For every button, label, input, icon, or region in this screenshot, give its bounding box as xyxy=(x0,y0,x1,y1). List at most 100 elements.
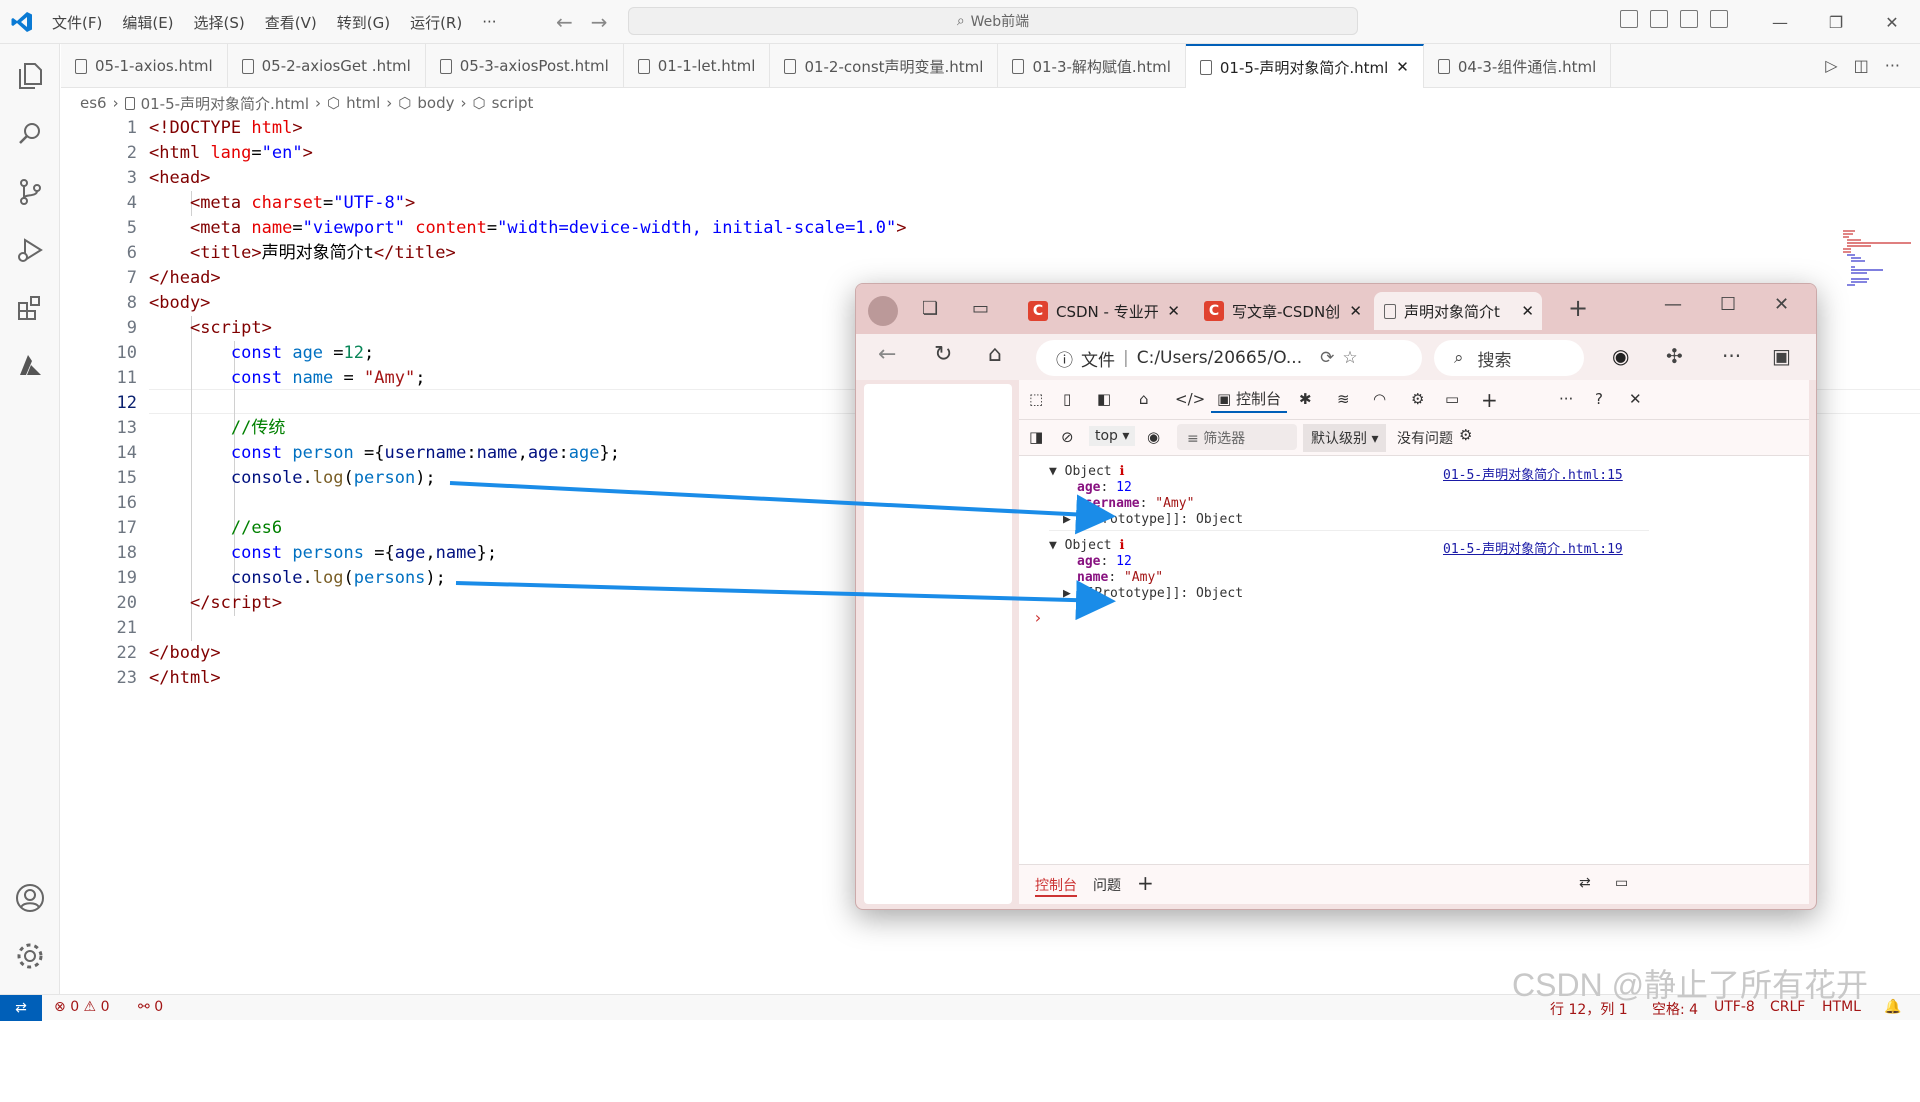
close-tab-icon[interactable]: ✕ xyxy=(1521,302,1534,320)
forward-arrow-icon[interactable]: → xyxy=(591,10,608,34)
memory-gear-icon[interactable]: ⚙ xyxy=(1411,390,1424,408)
collapse-drawer-icon[interactable]: ▭ xyxy=(1615,875,1628,891)
drawer-tab-console[interactable]: 控制台 xyxy=(1035,875,1077,897)
console-log-entry[interactable]: ▼ Object ℹ xyxy=(1049,538,1124,553)
toggle-sidebar-icon[interactable] xyxy=(1620,10,1638,28)
back-arrow-icon[interactable]: ← xyxy=(556,10,573,34)
menu-edit[interactable]: 编辑(E) xyxy=(122,12,173,33)
new-tab-icon[interactable]: + xyxy=(1568,294,1588,322)
browser-tab-csdn[interactable]: C CSDN - 专业开 ✕ xyxy=(1018,292,1188,330)
close-tab-icon[interactable]: ✕ xyxy=(1396,58,1409,76)
menu-file[interactable]: 文件(F) xyxy=(52,12,102,33)
tab-01-5-object[interactable]: 01-5-声明对象简介.html ✕ xyxy=(1185,44,1424,88)
menu-view[interactable]: 查看(V) xyxy=(265,12,317,33)
menu-go[interactable]: 转到(G) xyxy=(337,12,390,33)
live-expression-eye-icon[interactable]: ◉ xyxy=(1147,428,1160,446)
minimize-button[interactable]: — xyxy=(1664,294,1682,315)
issues-count[interactable]: 没有问题 xyxy=(1397,428,1453,448)
toggle-panel-icon[interactable] xyxy=(1650,10,1668,28)
extensions-puzzle-icon[interactable]: ✣ xyxy=(1666,344,1683,368)
back-arrow-icon[interactable]: ← xyxy=(878,342,896,367)
context-select[interactable]: top ▾ xyxy=(1089,426,1136,446)
console-tab[interactable]: ▣ 控制台 xyxy=(1211,386,1287,413)
explorer-icon[interactable] xyxy=(12,58,48,94)
browser-tab-active[interactable]: 声明对象简介t ✕ xyxy=(1374,292,1542,330)
problems-indicator[interactable]: ⊗ 0 ⚠ 0 xyxy=(54,999,109,1015)
browser-search-box[interactable]: ⌕ 搜索 xyxy=(1434,340,1584,376)
settings-more-icon[interactable]: ··· xyxy=(1722,344,1741,368)
log-level-dropdown[interactable]: 默认级别 ▾ xyxy=(1303,424,1387,452)
clear-console-icon[interactable]: ⊘ xyxy=(1061,428,1074,446)
breadcrumb-file[interactable]: 01-5-声明对象简介.html xyxy=(141,93,309,114)
notifications-bell-icon[interactable]: 🔔 xyxy=(1884,999,1901,1015)
tab-01-3-destructuring[interactable]: 01-3-解构赋值.html xyxy=(998,44,1186,88)
sidebar-toggle-icon[interactable]: ▣ xyxy=(1772,344,1791,368)
tab-actions-icon[interactable]: ▭ xyxy=(972,298,989,319)
device-emulation-icon[interactable]: ▯ xyxy=(1063,390,1071,408)
close-devtools-icon[interactable]: ✕ xyxy=(1629,390,1642,408)
breadcrumb-html[interactable]: html xyxy=(346,94,380,112)
reader-icon[interactable]: ⟳ xyxy=(1320,348,1334,368)
maximize-button[interactable]: ☐ xyxy=(1720,294,1736,315)
more-actions-icon[interactable]: ··· xyxy=(1885,56,1900,75)
application-icon[interactable]: ▭ xyxy=(1445,390,1459,408)
restore-button[interactable]: ❐ xyxy=(1808,0,1864,44)
console-output[interactable]: ▼ Object ℹ 01-5-声明对象简介.html:15 age: 12 u… xyxy=(1019,456,1809,836)
customize-layout-icon[interactable] xyxy=(1710,10,1728,28)
performance-icon[interactable]: ◠ xyxy=(1373,390,1386,408)
dock-icon[interactable]: ◧ xyxy=(1097,390,1111,408)
add-drawer-tab-icon[interactable]: + xyxy=(1137,871,1154,895)
tab-05-3-axiospost[interactable]: 05-3-axiosPost.html xyxy=(426,44,624,88)
split-editor-icon[interactable]: ◫ xyxy=(1854,56,1869,75)
tab-01-2-const[interactable]: 01-2-const声明变量.html xyxy=(770,44,999,88)
console-settings-gear-icon[interactable]: ⚙ xyxy=(1459,426,1472,444)
minimize-button[interactable]: — xyxy=(1752,0,1808,44)
help-icon[interactable]: ? xyxy=(1595,390,1603,408)
browser-tab-write-article[interactable]: C 写文章-CSDN创 ✕ xyxy=(1194,292,1370,330)
settings-gear-icon[interactable] xyxy=(12,938,48,974)
console-prompt-chevron-icon[interactable]: › xyxy=(1033,608,1043,627)
breadcrumb-script[interactable]: script xyxy=(492,94,534,112)
more-tools-icon[interactable]: + xyxy=(1481,388,1498,412)
tab-05-2-axiosget[interactable]: 05-2-axiosGet .html xyxy=(228,44,426,88)
prototype-row[interactable]: ▶ [[Prototype]]: Object xyxy=(1063,586,1243,601)
favorite-star-icon[interactable]: ☆ xyxy=(1342,348,1357,368)
elements-icon[interactable]: </> xyxy=(1175,390,1205,408)
menu-selection[interactable]: 选择(S) xyxy=(194,12,245,33)
breadcrumb-folder[interactable]: es6 xyxy=(80,94,107,112)
tab-05-1-axios[interactable]: 05-1-axios.html xyxy=(61,44,228,88)
drawer-tab-issues[interactable]: 问题 xyxy=(1093,875,1121,895)
workspaces-icon[interactable]: ❏ xyxy=(922,298,938,319)
azure-icon[interactable] xyxy=(12,348,48,384)
run-debug-icon[interactable] xyxy=(12,232,48,268)
close-window-button[interactable]: ✕ xyxy=(1864,0,1920,44)
welcome-home-icon[interactable]: ⌂ xyxy=(1139,390,1149,408)
debugger-icon[interactable]: ✱ xyxy=(1299,390,1312,408)
menu-more[interactable]: ··· xyxy=(482,13,496,31)
accounts-icon[interactable] xyxy=(12,880,48,916)
console-filter-input[interactable]: ≡ 筛选器 xyxy=(1177,424,1297,450)
console-sidebar-icon[interactable]: ◨ xyxy=(1029,428,1043,446)
network-icon[interactable]: ≋ xyxy=(1337,390,1350,408)
customize-icon[interactable]: ··· xyxy=(1559,390,1573,408)
ports-indicator[interactable]: ⚯ 0 xyxy=(138,999,163,1015)
minimap[interactable] xyxy=(1841,229,1920,289)
profile-avatar[interactable] xyxy=(868,296,898,326)
command-center-search[interactable]: ⌕ Web前端 xyxy=(628,7,1358,35)
run-file-icon[interactable]: ▷ xyxy=(1825,56,1837,75)
feedback-icon[interactable]: ⇄ xyxy=(1579,875,1591,891)
extensions-icon[interactable] xyxy=(12,290,48,326)
address-bar[interactable]: ⓘ 文件 | C:/Users/20665/O... ⟳ ☆ xyxy=(1036,340,1422,376)
toggle-secondary-sidebar-icon[interactable] xyxy=(1680,10,1698,28)
refresh-icon[interactable]: ↻ xyxy=(934,342,952,367)
close-window-button[interactable]: ✕ xyxy=(1774,294,1789,315)
prototype-row[interactable]: ▶ [[Prototype]]: Object xyxy=(1063,512,1243,527)
source-control-icon[interactable] xyxy=(12,174,48,210)
home-icon[interactable]: ⌂ xyxy=(988,342,1002,367)
tab-04-3-components[interactable]: 04-3-组件通信.html xyxy=(1424,44,1612,88)
close-tab-icon[interactable]: ✕ xyxy=(1349,302,1362,320)
inspect-element-icon[interactable]: ⬚ xyxy=(1029,390,1043,408)
tab-01-1-let[interactable]: 01-1-let.html xyxy=(624,44,771,88)
console-log-entry[interactable]: ▼ Object ℹ xyxy=(1049,464,1124,479)
breadcrumb-body[interactable]: body xyxy=(417,94,454,112)
